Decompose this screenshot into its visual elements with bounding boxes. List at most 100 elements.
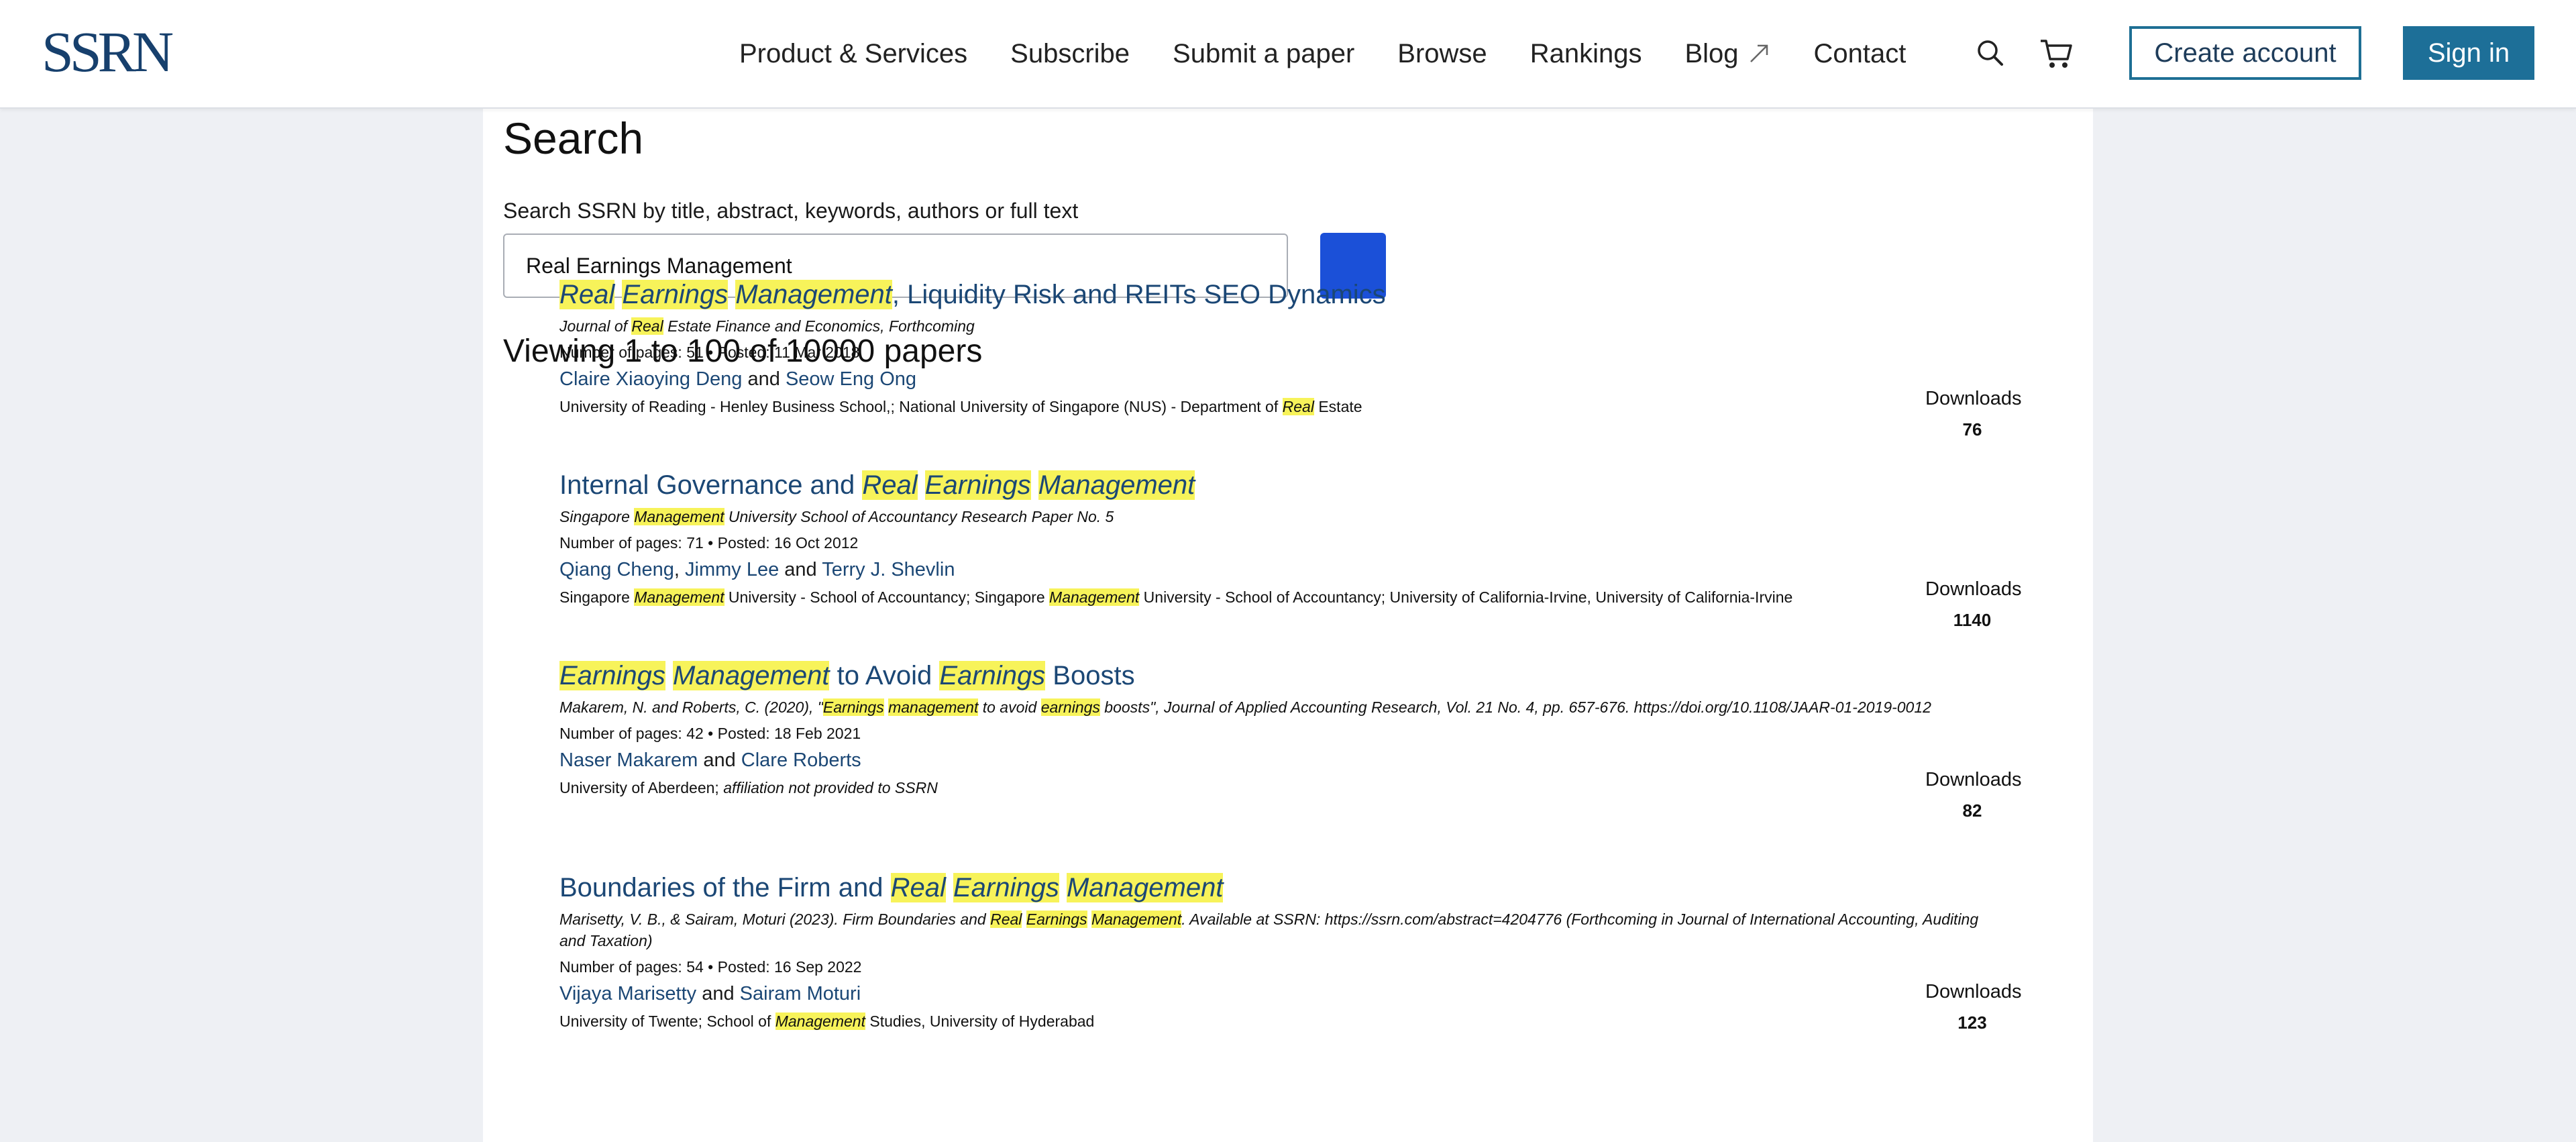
text-segment: boosts", Journal of Applied Accounting R… bbox=[1099, 698, 1931, 716]
highlighted-term: Earnings bbox=[1026, 911, 1087, 928]
text-segment: Estate Finance and Economics, Forthcomin… bbox=[663, 317, 975, 335]
text-segment: Makarem, N. and Roberts, C. (2020), " bbox=[559, 698, 823, 716]
text-segment bbox=[728, 280, 735, 309]
nav-label: Rankings bbox=[1529, 38, 1642, 68]
nav-blog[interactable]: Blog bbox=[1684, 39, 1770, 69]
highlighted-term: Real bbox=[990, 911, 1022, 928]
nav-product-services[interactable]: Product & Services bbox=[739, 39, 967, 69]
result-source: Singapore Management University School o… bbox=[559, 506, 1982, 527]
text-segment bbox=[1087, 911, 1091, 928]
highlighted-term: Earnings bbox=[939, 661, 1046, 690]
result-meta: Number of pages: 42 • Posted: 18 Feb 202… bbox=[559, 725, 861, 742]
nav-submit-paper[interactable]: Submit a paper bbox=[1173, 39, 1354, 69]
nav-subscribe[interactable]: Subscribe bbox=[1010, 39, 1130, 69]
author-link[interactable]: Vijaya Marisetty bbox=[559, 983, 696, 1004]
author-link[interactable]: Claire Xiaoying Deng bbox=[559, 368, 742, 390]
text-segment: Singapore bbox=[559, 588, 635, 606]
author-separator: and bbox=[696, 983, 740, 1004]
main-nav: Product & Services Subscribe Submit a pa… bbox=[739, 0, 1906, 107]
external-arrow-icon bbox=[1750, 44, 1768, 62]
text-segment bbox=[614, 280, 622, 309]
author-link[interactable]: Seow Eng Ong bbox=[786, 368, 916, 390]
highlighted-term: Management bbox=[1091, 911, 1182, 928]
downloads-label: Downloads bbox=[1925, 769, 2022, 790]
result-source: Makarem, N. and Roberts, C. (2020), "Ear… bbox=[559, 696, 1982, 718]
nav-label: Contact bbox=[1813, 38, 1907, 68]
highlighted-term: Management bbox=[634, 588, 724, 606]
result-title-link[interactable]: Earnings Management to Avoid Earnings Bo… bbox=[559, 659, 2049, 692]
downloads-count: 82 bbox=[1962, 800, 1982, 821]
text-segment: Estate bbox=[1313, 398, 1362, 415]
result-affiliation: Singapore Management University - School… bbox=[559, 586, 2049, 608]
downloads-block: Downloads 1140 bbox=[1925, 577, 2021, 632]
ssrn-logo[interactable]: SSRN bbox=[42, 23, 174, 81]
page-title: Search bbox=[503, 113, 644, 163]
text-segment bbox=[1022, 911, 1026, 928]
result-title-link[interactable]: Boundaries of the Firm and Real Earnings… bbox=[559, 871, 2049, 904]
result-affiliation: University of Reading - Henley Business … bbox=[559, 396, 2049, 417]
text-segment: University - School of Accountancy; Univ… bbox=[1139, 588, 1793, 606]
author-separator: and bbox=[698, 749, 741, 771]
highlighted-term: Real bbox=[862, 470, 918, 500]
highlighted-term: Real bbox=[559, 280, 615, 309]
search-icon[interactable] bbox=[1975, 38, 2006, 68]
author-link[interactable]: Terry J. Shevlin bbox=[822, 559, 955, 580]
text-segment: Boundaries of the Firm and bbox=[559, 873, 891, 902]
highlighted-term: Real bbox=[890, 873, 946, 902]
text-segment: Singapore bbox=[559, 508, 635, 525]
text-segment: Marisetty, V. B., & Sairam, Moturi (2023… bbox=[559, 911, 991, 928]
result-authors: Vijaya Marisetty and Sairam Moturi bbox=[559, 980, 2049, 1007]
result-source: Journal of Real Estate Finance and Econo… bbox=[559, 315, 1982, 337]
text-segment: University - School of Accountancy; Sing… bbox=[724, 588, 1050, 606]
text-segment bbox=[918, 470, 925, 500]
result-meta: Number of pages: 51 • Posted: 11 Mar 201… bbox=[559, 344, 860, 361]
result-meta: Number of pages: 54 • Posted: 16 Sep 202… bbox=[559, 958, 862, 976]
highlighted-term: Management bbox=[1038, 470, 1195, 500]
text-segment bbox=[1031, 470, 1038, 500]
downloads-block: Downloads 123 bbox=[1925, 980, 2022, 1035]
nav-label: Blog bbox=[1684, 38, 1739, 68]
text-segment: University of Aberdeen; bbox=[559, 779, 724, 796]
result-item: Real Earnings Management, Liquidity Risk… bbox=[559, 278, 2049, 417]
result-authors: Naser Makarem and Clare Roberts bbox=[559, 747, 2049, 774]
text-segment bbox=[946, 873, 953, 902]
site-header: SSRN Product & Services Subscribe Submit… bbox=[0, 0, 2576, 109]
result-title-link[interactable]: Real Earnings Management, Liquidity Risk… bbox=[559, 278, 2049, 311]
nav-browse[interactable]: Browse bbox=[1397, 39, 1487, 69]
highlighted-term: Management bbox=[1049, 588, 1140, 606]
result-item: Boundaries of the Firm and Real Earnings… bbox=[559, 871, 2049, 1032]
text-segment: University of Reading - Henley Business … bbox=[559, 398, 1283, 415]
nav-rankings[interactable]: Rankings bbox=[1530, 39, 1642, 69]
highlighted-term: Management bbox=[735, 280, 892, 309]
author-link[interactable]: Clare Roberts bbox=[741, 749, 861, 771]
author-link[interactable]: Jimmy Lee bbox=[685, 559, 779, 580]
highlighted-term: Real bbox=[1282, 398, 1314, 415]
cart-icon[interactable] bbox=[2039, 38, 2073, 70]
text-segment: affiliation not provided to SSRN bbox=[723, 779, 938, 796]
author-link[interactable]: Naser Makarem bbox=[559, 749, 698, 771]
downloads-label: Downloads bbox=[1925, 981, 2022, 1002]
nav-contact[interactable]: Contact bbox=[1814, 39, 1907, 69]
highlighted-term: Earnings bbox=[924, 470, 1031, 500]
create-account-button[interactable]: Create account bbox=[2129, 26, 2361, 80]
downloads-count: 1140 bbox=[1953, 610, 1992, 630]
highlighted-term: Earnings bbox=[559, 661, 665, 690]
downloads-label: Downloads bbox=[1925, 388, 2022, 409]
text-segment: to Avoid bbox=[829, 661, 940, 690]
highlighted-term: earnings bbox=[1040, 698, 1100, 716]
sign-in-button[interactable]: Sign in bbox=[2403, 26, 2534, 80]
result-meta: Number of pages: 71 • Posted: 16 Oct 201… bbox=[559, 534, 859, 552]
author-link[interactable]: Qiang Cheng bbox=[559, 559, 674, 580]
author-separator: , bbox=[674, 559, 686, 580]
author-link[interactable]: Sairam Moturi bbox=[740, 983, 861, 1004]
text-segment: Studies, University of Hyderabad bbox=[865, 1013, 1095, 1030]
text-segment: Internal Governance and bbox=[559, 470, 863, 500]
text-segment: , Liquidity Risk and REITs SEO Dynamics bbox=[892, 280, 1386, 309]
result-affiliation: University of Aberdeen; affiliation not … bbox=[559, 777, 2049, 798]
search-label: Search SSRN by title, abstract, keywords… bbox=[503, 199, 1079, 223]
highlighted-term: Management bbox=[775, 1013, 865, 1030]
highlighted-term: Management bbox=[634, 508, 724, 525]
downloads-block: Downloads 76 bbox=[1925, 386, 2022, 442]
result-title-link[interactable]: Internal Governance and Real Earnings Ma… bbox=[559, 468, 2049, 502]
highlighted-term: management bbox=[888, 698, 979, 716]
